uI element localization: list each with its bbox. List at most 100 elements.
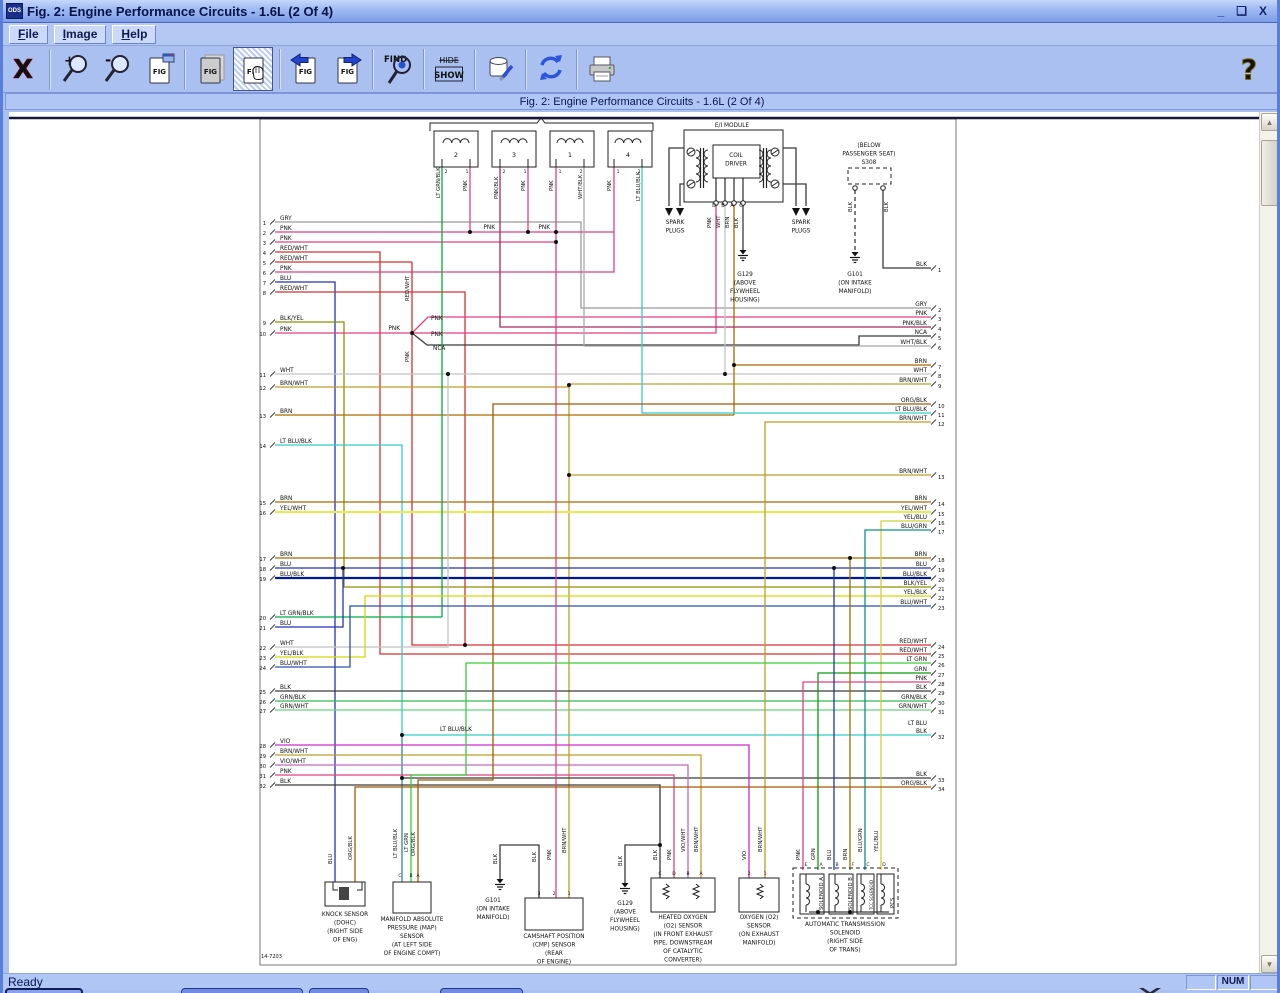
close-figure-button[interactable]: X [5,48,43,90]
taskbar-button[interactable] [181,988,303,993]
svg-text:LT GRN/BLK: LT GRN/BLK [436,167,442,198]
figback-icon: FIG [289,52,321,86]
svg-text:1: 1 [938,268,941,274]
svg-text:(BELOW: (BELOW [857,143,880,149]
figgray-icon: FIG [194,52,226,86]
svg-text:PNK/BLK: PNK/BLK [494,176,500,199]
svg-text:LT BLU: LT BLU [908,721,927,727]
svg-text:PNK: PNK [280,226,292,232]
help-button[interactable]: ? [1231,48,1269,90]
svg-text:BLU: BLU [328,854,334,864]
svg-text:2: 2 [445,169,448,175]
svg-text:SOLENOID A: SOLENOID A [819,877,825,910]
zoom-out-button[interactable]: - [98,48,136,90]
menu-help[interactable]: Help [112,25,156,44]
svg-text:31: 31 [259,774,266,780]
svg-text:26: 26 [938,663,945,669]
restore-button[interactable]: ❏ [1236,4,1247,18]
svg-text:GRN/BLK: GRN/BLK [901,695,927,701]
figure-pan-button[interactable]: FIG [233,47,273,91]
svg-text:32: 32 [259,784,266,790]
fighand-icon: FIG [237,52,269,86]
svg-text:9: 9 [938,384,941,390]
diagram-canvas[interactable]: 23141GRY2PNK3PNK4RED/WHT5RED/WHT6PNK7BLU… [9,112,1259,973]
svg-text:MANIFOLD ABSOLUTE: MANIFOLD ABSOLUTE [381,917,444,923]
svg-text:PNK: PNK [549,180,555,191]
scroll-down-button[interactable]: ▼ [1261,955,1278,973]
title-bar[interactable]: ODS Fig. 2: Engine Performance Circuits … [3,0,1277,23]
svg-text:13: 13 [259,414,266,420]
svg-text:12: 12 [938,422,945,428]
svg-text:YEL/BLU: YEL/BLU [902,515,927,521]
svg-text:BRN: BRN [280,409,292,415]
svg-text:G129: G129 [617,901,633,907]
find-button[interactable]: FIND [379,48,417,90]
svg-text:BLK/YEL: BLK/YEL [280,316,304,322]
svg-text:BRN/WHT: BRN/WHT [899,416,927,422]
svg-text:WHT/BLK: WHT/BLK [578,174,584,199]
svg-text:LT GRN: LT GRN [404,833,410,852]
scroll-up-button[interactable]: ▲ [1261,113,1278,131]
svg-text:GRN/WHT: GRN/WHT [899,704,928,710]
svg-text:2: 2 [503,169,506,175]
svg-text:10: 10 [938,404,945,410]
svg-text:WHT: WHT [280,641,294,647]
svg-text:B: B [686,871,689,877]
previous-figure-button[interactable]: FIG [286,48,324,90]
svg-text:BLU: BLU [280,276,291,282]
toolbar-separator [372,49,373,89]
svg-text:PNK: PNK [915,676,927,682]
svg-text:BLK: BLK [493,853,499,864]
hide-show-button[interactable]: HIDE SHOW [430,48,468,90]
svg-text:YEL/WHT: YEL/WHT [279,506,306,512]
svg-text:E: E [805,862,808,868]
svg-text:1: 1 [568,151,572,159]
refresh-button[interactable] [532,48,570,90]
scroll-thumb[interactable] [1261,140,1278,206]
zoom-in-button[interactable]: + [56,48,94,90]
svg-text:C: C [658,871,661,877]
svg-text:ORG/BLK: ORG/BLK [411,832,417,856]
svg-text:WHT/BLK: WHT/BLK [900,340,927,346]
highlight-button[interactable] [481,48,519,90]
vertical-scrollbar[interactable]: ▲ ▼ [1259,112,1278,973]
svg-text:22: 22 [938,596,945,602]
svg-text:MANIFOLD): MANIFOLD) [477,915,510,921]
svg-text:30: 30 [938,701,945,707]
print-button[interactable] [583,48,621,90]
svg-text:BRN/WHT: BRN/WHT [758,826,764,852]
svg-text:4: 4 [938,327,942,333]
svg-text:20: 20 [259,616,266,622]
svg-text:OXYGEN (O2): OXYGEN (O2) [740,915,779,921]
figure-label-bar: Fig. 2: Engine Performance Circuits - 1.… [5,93,1279,110]
svg-text:23: 23 [938,606,945,612]
svg-text:3: 3 [938,317,941,323]
close-button[interactable]: X [1259,4,1267,18]
minimize-button[interactable]: _ [1218,4,1225,18]
svg-text:28: 28 [938,682,945,688]
status-cell-num: NUM [1217,975,1249,990]
taskbar-button[interactable] [5,988,83,993]
svg-text:BLK: BLK [848,201,854,212]
taskbar-button[interactable] [440,988,523,993]
hideshow-icon: HIDE SHOW [433,52,465,86]
svg-text:S308: S308 [862,160,877,166]
next-figure-button[interactable]: FIG [328,48,366,90]
svg-text:5: 5 [938,336,941,342]
svg-text:PNK: PNK [796,849,802,860]
svg-text:HIDE: HIDE [439,56,459,65]
figure-window-button[interactable]: FIG [140,48,178,90]
menu-image[interactable]: Image [54,25,107,44]
svg-text:2: 2 [263,231,266,237]
svg-text:PCS: PCS [890,897,896,908]
menu-file[interactable]: File [9,25,48,44]
svg-text:GRY: GRY [915,302,927,308]
wiring-diagram: 23141GRY2PNK3PNK4RED/WHT5RED/WHT6PNK7BLU… [9,112,1259,973]
toolbar-separator [49,49,50,89]
toolbar-separator [279,49,280,89]
svg-text:19: 19 [938,568,945,574]
toolbar-separator [474,49,475,89]
application-window: ODS Fig. 2: Engine Performance Circuits … [0,0,1280,993]
svg-text:6: 6 [938,346,941,352]
taskbar-button[interactable] [309,988,369,993]
